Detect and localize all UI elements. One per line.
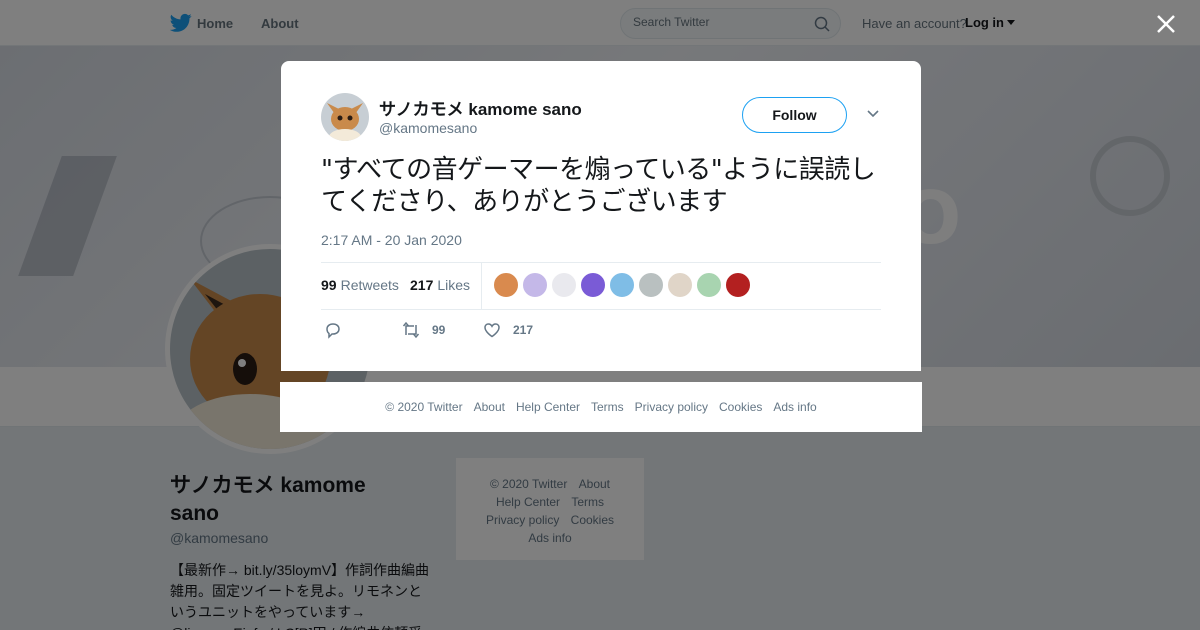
liker-avatar[interactable] [609,272,635,298]
retweets-label: Retweets [340,277,399,293]
retweets-stat[interactable]: 99 Retweets [321,277,399,293]
likes-count: 217 [410,277,434,293]
footer-link-privacy[interactable]: Privacy policy [635,400,708,414]
footer-link-help-center[interactable]: Help Center [516,400,580,414]
divider [481,262,482,309]
follow-button[interactable]: Follow [742,97,847,133]
liker-avatar[interactable] [725,272,751,298]
eevee-avatar-image [321,93,369,141]
liker-avatar[interactable] [522,272,548,298]
likes-label: Likes [437,277,471,293]
divider [321,262,881,263]
liker-avatar[interactable] [638,272,664,298]
footer-link-cookies[interactable]: Cookies [719,400,762,414]
reply-button[interactable] [324,321,342,339]
like-action-count: 217 [513,323,534,337]
close-icon[interactable] [1155,13,1177,35]
liker-avatar[interactable] [667,272,693,298]
tweet-permalink-modal: サノカモメ kamome sano @kamomesano Follow "すべ… [281,61,921,371]
retweets-count: 99 [321,277,337,293]
like-button[interactable]: 217 [483,321,533,339]
tweet-author-avatar[interactable] [321,93,369,141]
retweet-button[interactable]: 99 [402,321,445,339]
tweet-timestamp[interactable]: 2:17 AM - 20 Jan 2020 [321,232,462,248]
reply-icon [326,323,340,339]
likes-stat[interactable]: 217 Likes [410,277,470,293]
tweet-author-handle[interactable]: @kamomesano [379,120,477,136]
footer-link-about[interactable]: About [474,400,505,414]
footer-link-ads-info[interactable]: Ads info [773,400,816,414]
liker-avatar[interactable] [580,272,606,298]
liker-avatar[interactable] [493,272,519,298]
divider [321,309,881,310]
tweet-author-name[interactable]: サノカモメ kamome sano [379,95,582,120]
chevron-down-icon[interactable] [866,109,880,119]
liker-avatar[interactable] [696,272,722,298]
retweet-action-count: 99 [432,323,446,337]
footer-link-terms[interactable]: Terms [591,400,624,414]
footer-copyright: © 2020 Twitter [385,400,463,414]
liker-avatar[interactable] [551,272,577,298]
retweet-icon [402,321,420,339]
tweet-text: "すべての音ゲーマーを煽っている"ように誤読してくださり、ありがとうございます [321,155,876,217]
modal-footer: © 2020 Twitter About Help Center Terms P… [280,382,922,432]
liker-avatars [493,272,751,298]
heart-icon [484,323,500,338]
